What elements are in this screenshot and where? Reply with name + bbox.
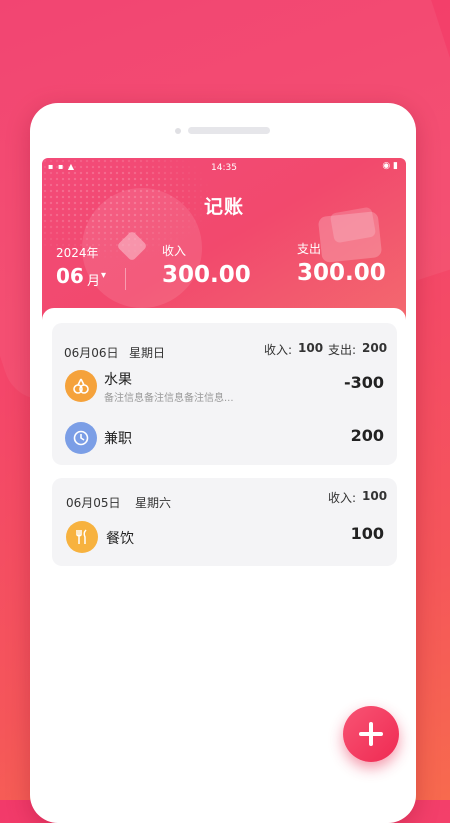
- day-income-value: 100: [298, 341, 324, 355]
- day-card: 06月05日 星期六 收入: 100 餐饮 100: [52, 478, 397, 566]
- income-total: 300.00: [162, 262, 251, 288]
- fruit-icon: [65, 370, 97, 402]
- day-date: 06月05日: [66, 496, 121, 510]
- utensils-icon: [66, 521, 98, 553]
- entry-note: 备注信息备注信息备注信息...: [104, 393, 234, 404]
- entry-amount: -300: [343, 373, 384, 392]
- divider: [125, 268, 126, 290]
- expense-label: 支出: [297, 242, 322, 256]
- income-label: 收入: [162, 244, 187, 258]
- month-unit[interactable]: 月: [87, 270, 100, 289]
- clock-icon: [65, 422, 97, 454]
- day-date: 06月06日: [64, 346, 119, 360]
- status-icons-right: ◉ ▮: [382, 161, 398, 171]
- speaker-grill: [188, 127, 270, 134]
- camera-dot: [175, 128, 181, 134]
- entry-amount: 200: [350, 426, 384, 445]
- plus-icon: [369, 722, 373, 746]
- day-income-label: 收入:: [328, 491, 357, 505]
- status-time: 14:35: [211, 163, 237, 173]
- day-income-value: 100: [362, 489, 388, 503]
- chevron-down-icon[interactable]: ▾: [101, 270, 106, 281]
- entry-category: 餐饮: [106, 531, 134, 547]
- header: ▪ ▪ ▲ 14:35 ◉ ▮ 记账 2024年 06 月 ▾ 收入 300.0…: [42, 158, 406, 326]
- entry-category: 水果: [104, 372, 132, 388]
- entry-category: 兼职: [104, 431, 132, 447]
- status-bar: ▪ ▪ ▲ 14:35 ◉ ▮: [42, 158, 406, 178]
- expense-total: 300.00: [297, 260, 386, 286]
- wallet-icon: [317, 210, 383, 264]
- day-card: 06月06日 星期日 收入: 100 支出: 200 水果 备注信息备注信息备注…: [52, 323, 397, 465]
- month-selector[interactable]: 06: [56, 264, 84, 288]
- day-expense-label: 支出:: [328, 343, 357, 357]
- day-income-label: 收入:: [264, 343, 293, 357]
- day-weekday: 星期日: [129, 346, 166, 360]
- year-label: 2024年: [56, 246, 99, 260]
- app-screen: ▪ ▪ ▲ 14:35 ◉ ▮ 记账 2024年 06 月 ▾ 收入 300.0…: [42, 158, 406, 808]
- entry-amount: 100: [350, 524, 384, 543]
- day-expense-value: 200: [362, 341, 388, 355]
- day-weekday: 星期六: [135, 496, 172, 510]
- add-record-button[interactable]: [343, 706, 399, 762]
